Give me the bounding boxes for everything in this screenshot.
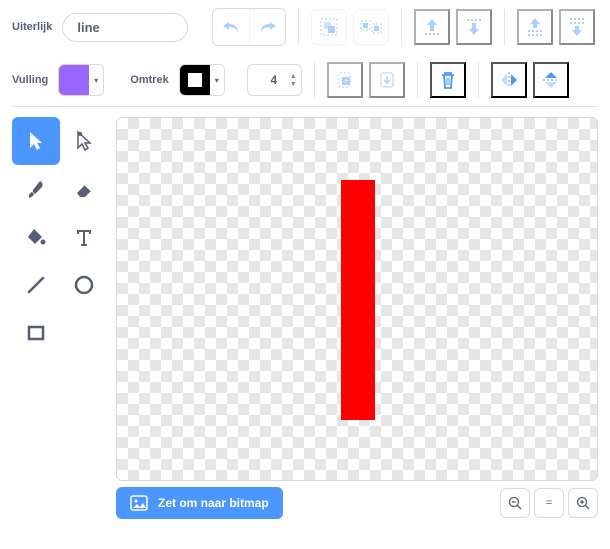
costume-name-input[interactable] <box>62 13 188 42</box>
copy-icon: + <box>335 70 355 90</box>
brush-tool[interactable] <box>12 165 60 213</box>
drawn-shape[interactable] <box>341 180 375 420</box>
group-button[interactable] <box>311 9 347 45</box>
divider <box>478 62 479 98</box>
outline-inner <box>188 73 202 87</box>
back-button[interactable] <box>559 9 595 45</box>
fill-swatch <box>59 65 89 95</box>
line-icon <box>25 274 47 296</box>
trash-icon <box>439 70 457 90</box>
zoom-in-icon <box>576 496 590 510</box>
divider <box>401 9 402 45</box>
zoom-in-button[interactable] <box>568 488 598 518</box>
svg-text:+: + <box>344 78 348 85</box>
flip-horizontal-button[interactable] <box>491 62 527 98</box>
image-icon <box>130 495 148 511</box>
back-icon <box>568 16 586 38</box>
backward-icon <box>465 17 483 37</box>
ungroup-icon <box>360 17 382 37</box>
front-button[interactable] <box>517 9 553 45</box>
divider <box>298 9 299 45</box>
outline-label: Omtrek <box>130 74 169 86</box>
brush-icon <box>25 178 47 200</box>
costume-label: Uiterlijk <box>12 21 52 33</box>
paste-icon <box>377 70 397 90</box>
rect-icon <box>25 322 47 344</box>
reshape-tool[interactable] <box>60 117 108 165</box>
forward-icon <box>423 17 441 37</box>
outline-swatch <box>180 65 210 95</box>
convert-label: Zet om naar bitmap <box>158 496 269 510</box>
chevron-down-icon: ▾ <box>89 65 103 95</box>
group-icon <box>319 17 339 37</box>
copy-button[interactable]: + <box>327 62 363 98</box>
text-icon <box>75 227 93 247</box>
convert-bitmap-button[interactable]: Zet om naar bitmap <box>116 487 283 519</box>
redo-icon <box>259 20 277 34</box>
line-tool[interactable] <box>12 261 60 309</box>
rectangle-tool[interactable] <box>12 309 60 357</box>
pointer-icon <box>26 130 46 152</box>
circle-tool[interactable] <box>60 261 108 309</box>
circle-icon <box>73 274 95 296</box>
paste-button[interactable] <box>369 62 405 98</box>
redo-button[interactable] <box>249 9 285 45</box>
delete-button[interactable] <box>430 62 466 98</box>
canvas-area: Zet om naar bitmap = <box>116 117 598 519</box>
bucket-icon <box>25 226 47 248</box>
undo-button[interactable] <box>213 9 249 45</box>
front-icon <box>526 16 544 38</box>
fill-tool[interactable] <box>12 213 60 261</box>
divider <box>504 9 505 45</box>
zoom-out-button[interactable] <box>500 488 530 518</box>
outline-color-picker[interactable]: ▾ <box>179 64 225 96</box>
canvas[interactable] <box>116 117 598 481</box>
divider <box>417 62 418 98</box>
backward-button[interactable] <box>456 9 492 45</box>
text-tool[interactable] <box>60 213 108 261</box>
flip-horizontal-icon <box>498 71 520 89</box>
eraser-tool[interactable] <box>60 165 108 213</box>
divider <box>314 62 315 98</box>
zoom-group: = <box>500 488 598 518</box>
undo-icon <box>222 20 240 34</box>
reshape-icon <box>74 130 94 152</box>
ungroup-button[interactable] <box>353 9 389 45</box>
flip-vertical-button[interactable] <box>533 62 569 98</box>
fill-color-picker[interactable]: ▾ <box>58 64 104 96</box>
fill-label: Vulling <box>12 74 48 86</box>
select-tool[interactable] <box>12 117 60 165</box>
zoom-reset-button[interactable]: = <box>534 488 564 518</box>
stroke-width-wrap: ▲▼ <box>247 64 302 96</box>
tool-palette <box>12 117 108 519</box>
stroke-width-input[interactable] <box>258 73 290 87</box>
forward-button[interactable] <box>414 9 450 45</box>
undo-redo-group <box>212 8 286 46</box>
eraser-icon <box>73 179 95 199</box>
stroke-stepper[interactable]: ▲▼ <box>290 73 297 88</box>
zoom-out-icon <box>508 496 522 510</box>
chevron-down-icon: ▾ <box>210 65 224 95</box>
flip-vertical-icon <box>542 69 560 91</box>
